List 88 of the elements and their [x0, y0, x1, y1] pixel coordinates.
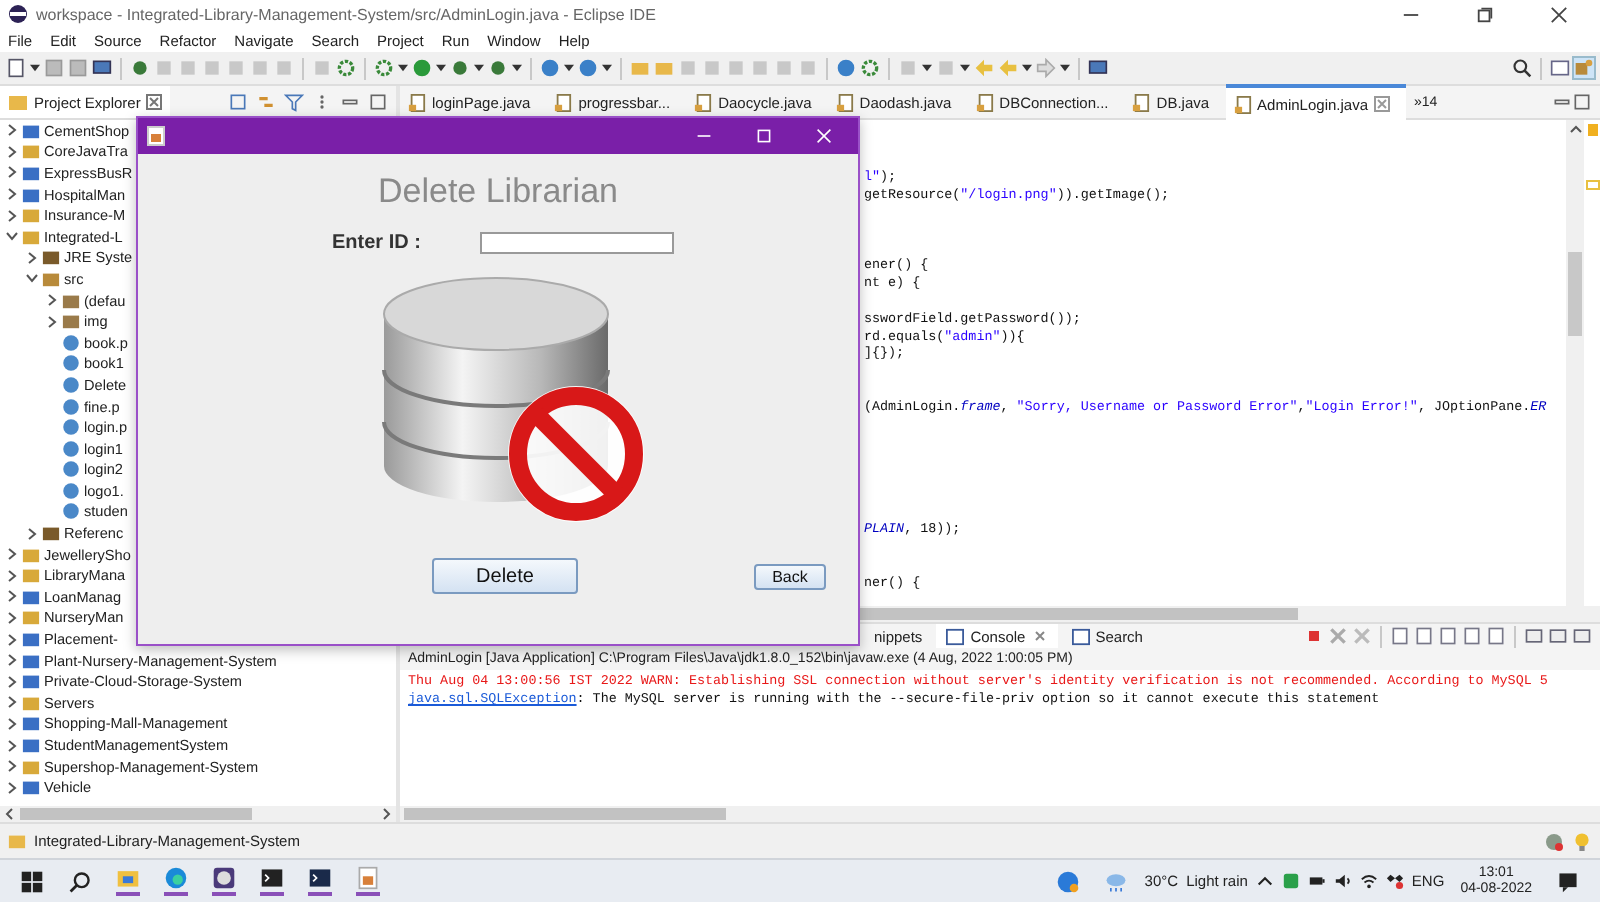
dropdown-caret-icon[interactable]	[602, 64, 612, 72]
chevron-icon[interactable]	[6, 739, 18, 752]
folder-icon	[8, 832, 26, 850]
java-app-icon[interactable]	[356, 866, 380, 896]
dropdown-caret-icon[interactable]	[922, 64, 932, 72]
dialog-button[interactable]: Back	[754, 563, 826, 589]
chevron-icon[interactable]	[6, 654, 18, 667]
chevron-up-icon[interactable]	[1255, 872, 1274, 890]
wifi-icon[interactable]	[1359, 872, 1378, 890]
terminate-icon[interactable]	[1304, 626, 1324, 646]
scroll-up-icon[interactable]	[1569, 124, 1581, 136]
chevron-icon[interactable]	[6, 548, 18, 561]
view-icon	[946, 627, 965, 645]
chevron-icon[interactable]	[6, 569, 18, 582]
dropdown-caret-icon[interactable]	[512, 64, 522, 72]
restore-icon[interactable]	[1476, 5, 1494, 23]
chevron-icon[interactable]	[6, 124, 18, 137]
folder-icon[interactable]	[116, 866, 140, 896]
browser-icon[interactable]	[164, 866, 188, 896]
close-icon[interactable]	[1550, 5, 1568, 23]
java-file-icon	[554, 93, 573, 111]
scrollbar-thumb[interactable]	[1568, 252, 1582, 336]
scroll-left-icon[interactable]	[4, 808, 16, 820]
close-icon[interactable]	[146, 94, 163, 110]
filter-icon[interactable]	[284, 92, 304, 112]
dropdown-caret-icon[interactable]	[30, 64, 40, 72]
chevron-icon[interactable]	[6, 717, 18, 730]
chevron-icon[interactable]	[6, 209, 18, 222]
chevron-icon[interactable]	[6, 230, 18, 243]
java-file-icon	[408, 93, 426, 111]
scrollbar-thumb[interactable]	[20, 808, 253, 820]
notification-icon[interactable]	[1556, 869, 1580, 893]
chevron-icon[interactable]	[6, 633, 18, 646]
maximize-icon[interactable]	[1572, 92, 1592, 112]
chevron-icon[interactable]	[6, 145, 18, 158]
window-title: workspace - Integrated-Library-Management-System/src/AdminLogin.java - Eclipse IDE	[36, 5, 656, 23]
dropdown-caret-icon[interactable]	[474, 64, 484, 72]
window-icon[interactable]	[92, 58, 112, 78]
dropdown-caret-icon[interactable]	[436, 64, 446, 72]
occurrence-marker	[1585, 180, 1599, 190]
chevron-icon[interactable]	[6, 590, 18, 603]
gear-icon[interactable]	[860, 58, 880, 78]
collapse-all-icon[interactable]	[228, 92, 248, 112]
dropdown-caret-icon[interactable]	[1060, 64, 1070, 72]
dropbox-icon[interactable]	[1385, 872, 1404, 890]
chevron-icon[interactable]	[6, 611, 18, 624]
tray-app-icon[interactable]	[1281, 872, 1300, 890]
chevron-icon[interactable]	[6, 760, 18, 773]
chevron-icon[interactable]	[6, 166, 18, 179]
chevron-icon[interactable]	[6, 781, 18, 794]
chevron-icon[interactable]	[6, 696, 18, 709]
battery-icon[interactable]	[1307, 872, 1326, 890]
dialog-heading: Delete Librarian	[375, 172, 620, 212]
chevron-icon[interactable]	[26, 251, 38, 264]
chevron-icon[interactable]	[46, 294, 58, 307]
chevron-icon[interactable]	[26, 272, 38, 285]
scroll-right-icon[interactable]	[380, 808, 392, 820]
search-icon[interactable]	[1512, 58, 1532, 78]
chevron-icon[interactable]	[26, 527, 38, 540]
terminal-icon[interactable]	[260, 866, 284, 896]
speaker-icon[interactable]	[1333, 872, 1352, 890]
id-label: Enter ID :	[332, 232, 421, 254]
chevron-icon[interactable]	[6, 675, 18, 688]
java-file-icon	[694, 93, 713, 111]
java-file-icon	[1132, 93, 1151, 111]
maximize-icon[interactable]	[368, 92, 388, 112]
warning-marker	[1587, 124, 1597, 136]
windows-logo-icon[interactable]	[20, 869, 44, 893]
terminal-icon[interactable]	[308, 866, 332, 896]
eclipse-logo-icon[interactable]	[212, 866, 236, 896]
new-file-icon[interactable]	[6, 58, 26, 78]
search-icon[interactable]	[68, 869, 92, 893]
dropdown-caret-icon[interactable]	[564, 64, 574, 72]
dropdown-caret-icon[interactable]	[1022, 64, 1032, 72]
java-file-icon	[975, 93, 994, 111]
dropdown-caret-icon[interactable]	[960, 64, 970, 72]
id-input-field[interactable]	[480, 232, 675, 254]
dialog-button[interactable]: Delete	[432, 558, 578, 594]
java-app-icon	[146, 126, 166, 146]
window-icon[interactable]	[1088, 58, 1108, 78]
java-file-icon	[835, 93, 854, 111]
perspective-icon[interactable]	[1550, 58, 1570, 78]
dropdown-caret-icon[interactable]	[398, 64, 408, 72]
scrollbar-thumb[interactable]	[404, 808, 726, 820]
java-file-icon	[1233, 95, 1252, 113]
chevron-icon[interactable]	[46, 315, 58, 328]
lightbulb-icon[interactable]	[1572, 831, 1592, 851]
chevron-icon[interactable]	[6, 188, 18, 201]
